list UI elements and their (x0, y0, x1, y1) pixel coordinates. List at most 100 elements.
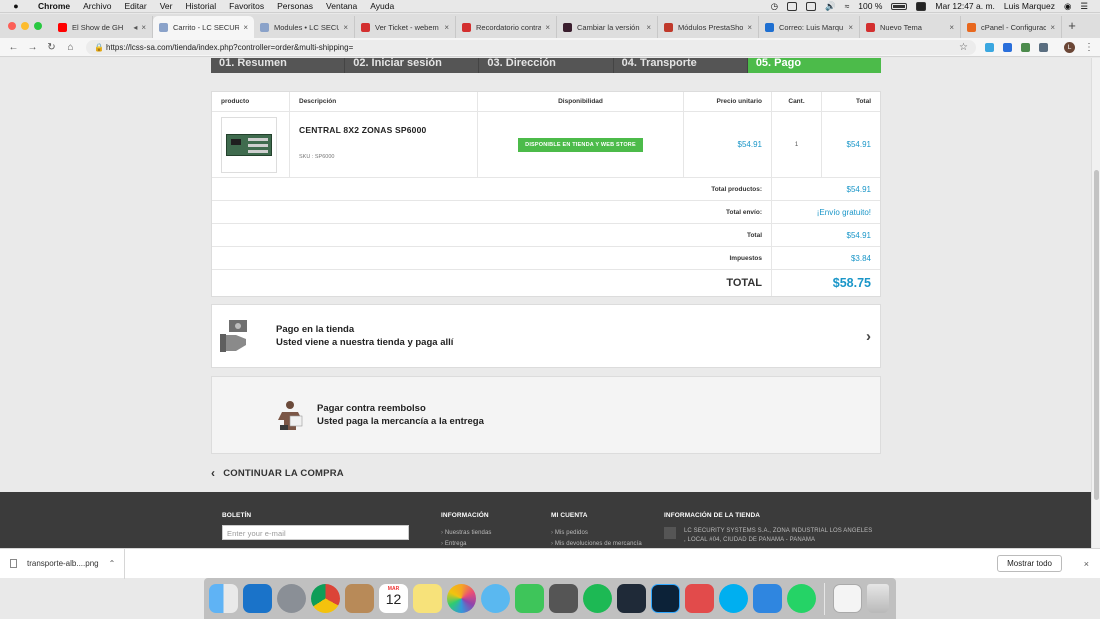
launchpad-icon[interactable] (277, 584, 306, 613)
spotify-icon[interactable] (583, 584, 612, 613)
menu-ver[interactable]: Ver (160, 1, 173, 11)
continue-shopping-link[interactable]: ‹ CONTINUAR LA COMPRA (211, 466, 344, 480)
menu-historial[interactable]: Historial (185, 1, 216, 11)
back-arrow-icon[interactable]: ← (4, 42, 23, 53)
download-filename[interactable]: transporte-alb....png (27, 559, 99, 568)
siri-icon[interactable]: ◉ (1064, 1, 1071, 12)
address-bar[interactable]: 🔒 https://lcss-sa.com/tienda/index.php?c… (86, 39, 976, 55)
tab-4[interactable]: Recordatorio contra × (456, 16, 557, 38)
close-tab-icon[interactable]: × (848, 23, 853, 32)
tab-6[interactable]: Módulos PrestaSho × (658, 16, 759, 38)
payment-option-store[interactable]: Pago en la tienda Usted viene a nuestra … (211, 304, 881, 368)
bookmark-star-icon[interactable]: ☆ (959, 42, 968, 53)
footer-link-stores[interactable]: Nuestras tiendas (441, 530, 492, 536)
product-name-link[interactable]: CENTRAL 8X2 ZONAS SP6000 (299, 125, 426, 135)
step-login[interactable]: 02. Iniciar sesión (345, 58, 480, 73)
tab-7[interactable]: Correo: Luis Marqu × (759, 16, 860, 38)
apple-menu-icon[interactable]: ● (10, 1, 22, 11)
photos-icon[interactable] (447, 584, 476, 613)
audio-icon[interactable]: ◂ (133, 23, 137, 32)
menu-chrome[interactable]: Chrome (38, 1, 70, 11)
wg-app-icon[interactable] (617, 584, 646, 613)
close-tab-icon[interactable]: × (1050, 23, 1055, 32)
airplay-icon[interactable] (806, 1, 817, 11)
whatsapp-icon[interactable] (787, 584, 816, 613)
page-scrollbar[interactable] (1091, 58, 1100, 548)
tab-9[interactable]: cPanel - Configurac × (961, 16, 1062, 38)
cast-extension-icon[interactable] (1039, 42, 1048, 52)
download-item[interactable]: transporte-alb....png ⌃ (10, 559, 115, 568)
menu-ventana[interactable]: Ventana (326, 1, 357, 11)
extension-icon[interactable] (1021, 42, 1030, 52)
facetime-icon[interactable] (515, 584, 544, 613)
url-text[interactable]: https://lcss-sa.com/tienda/index.php?con… (106, 43, 959, 52)
volume-icon[interactable]: 🔊 (825, 1, 836, 12)
close-tab-icon[interactable]: × (141, 23, 146, 32)
close-tab-icon[interactable]: × (949, 23, 954, 32)
zoom-window-button[interactable] (34, 22, 42, 30)
notification-center-icon[interactable]: ☰ (1080, 1, 1088, 12)
reload-icon[interactable]: ↻ (42, 42, 61, 53)
close-tab-icon[interactable]: × (545, 23, 550, 32)
messages-icon[interactable] (481, 584, 510, 613)
screenshot-icon[interactable] (549, 584, 578, 613)
scrollbar-thumb[interactable] (1094, 170, 1099, 500)
battery-icon[interactable] (891, 2, 908, 10)
chevron-up-icon[interactable]: ⌃ (109, 559, 116, 568)
menu-favoritos[interactable]: Favoritos (229, 1, 264, 11)
close-window-button[interactable] (8, 22, 16, 30)
tab-5[interactable]: Cambiar la versión × (557, 16, 658, 38)
step-summary[interactable]: 01. Resumen (211, 58, 346, 73)
menu-editar[interactable]: Editar (124, 1, 146, 11)
close-downloads-icon[interactable]: × (1084, 559, 1089, 569)
trash-icon[interactable] (867, 584, 889, 613)
finder-icon[interactable] (209, 584, 238, 613)
tab-8[interactable]: Nuevo Tema × (860, 16, 961, 38)
wifi-icon[interactable]: ≈ (845, 1, 850, 11)
chevron-right-icon[interactable]: › (866, 328, 871, 345)
stickies-icon[interactable] (413, 584, 442, 613)
cloud-extension-icon[interactable] (985, 42, 994, 52)
tab-1[interactable]: Carrito - LC SECURITY× (153, 16, 254, 38)
photoshop-icon[interactable] (651, 584, 680, 613)
close-tab-icon[interactable]: × (747, 23, 752, 32)
airdrop-icon[interactable] (753, 584, 782, 613)
close-tab-icon[interactable]: × (444, 23, 449, 32)
close-tab-icon[interactable]: × (243, 23, 248, 32)
payment-option-cod[interactable]: Pagar contra reembolso Usted paga la mer… (211, 376, 881, 454)
tab-0[interactable]: El Show de GH ◂ × (52, 16, 153, 38)
more-menu-icon[interactable]: ⋮ (1084, 42, 1094, 53)
new-tab-button[interactable]: + (1062, 18, 1082, 33)
tab-3[interactable]: Ver Ticket - webem × (355, 16, 456, 38)
outlook-icon[interactable] (243, 584, 272, 613)
menu-ayuda[interactable]: Ayuda (370, 1, 394, 11)
home-icon[interactable]: ⌂ (61, 42, 80, 53)
display-icon[interactable] (787, 1, 798, 11)
menu-archivo[interactable]: Archivo (83, 1, 111, 11)
tab-2[interactable]: Modules • LC SECU × (254, 16, 355, 38)
preview-icon[interactable] (833, 584, 862, 613)
calendar-icon[interactable]: MAR 12 (379, 584, 408, 613)
chrome-icon[interactable] (311, 584, 340, 613)
minimize-window-button[interactable] (21, 22, 29, 30)
product-thumbnail[interactable] (221, 116, 277, 173)
step-shipping[interactable]: 04. Transporte (613, 58, 748, 73)
footer-link-delivery[interactable]: Entrega (441, 541, 492, 547)
skype-icon[interactable] (719, 584, 748, 613)
menu-personas[interactable]: Personas (277, 1, 313, 11)
newsletter-email-input[interactable]: Enter your e-mail (222, 525, 409, 540)
input-source-icon[interactable] (916, 1, 927, 11)
lock-icon[interactable]: 🔒 (94, 43, 106, 52)
screen-record-icon[interactable] (685, 584, 714, 613)
footer-link-orders[interactable]: Mis pedidos (551, 530, 642, 536)
close-tab-icon[interactable]: × (646, 23, 651, 32)
step-address[interactable]: 03. Dirección (479, 58, 614, 73)
time-machine-icon[interactable]: ◷ (771, 1, 778, 12)
clock[interactable]: Mar 12:47 a. m. (935, 1, 995, 11)
profile-avatar[interactable]: L (1064, 41, 1075, 53)
forward-arrow-icon[interactable]: → (23, 42, 42, 53)
footer-link-returns[interactable]: Mis devoluciones de mercancía (551, 541, 642, 547)
user-name[interactable]: Luis Marquez (1004, 1, 1055, 11)
close-tab-icon[interactable]: × (343, 23, 348, 32)
show-all-downloads-button[interactable]: Mostrar todo (997, 555, 1062, 572)
